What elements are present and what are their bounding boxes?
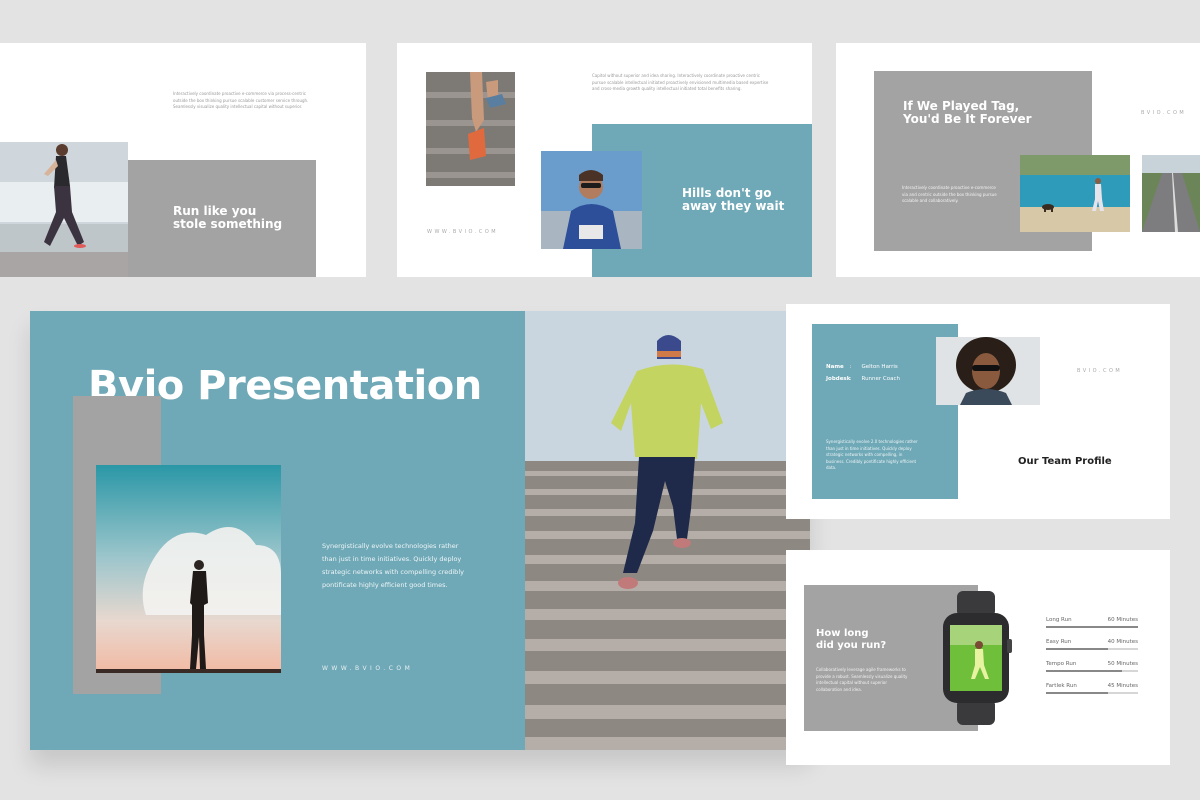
run-stat-value: 50 Minutes — [1107, 661, 1138, 667]
run-stat-row: Tempo Run 50 Minutes — [1046, 661, 1138, 683]
main-website: WWW.BVIO.COM — [322, 665, 414, 672]
slide2-website: WWW.BVIO.COM — [427, 229, 499, 235]
team-job-label: Jobdesk — [826, 376, 851, 382]
run-stat-value: 45 Minutes — [1107, 683, 1138, 689]
run-stat-row: Easy Run 40 Minutes — [1046, 639, 1138, 661]
run-stat-value: 60 Minutes — [1107, 617, 1138, 623]
run-stat-fill — [1046, 626, 1138, 628]
run-stat-label: Fartlek Run — [1046, 683, 1077, 689]
main-body-text: Synergistically evolve technologies rath… — [322, 542, 464, 589]
run-stat-label: Tempo Run — [1046, 661, 1077, 667]
team-name-separator: : — [849, 364, 852, 370]
stairs-runner-photo — [525, 311, 810, 750]
run-stat-fill — [1046, 670, 1123, 672]
road-landscape-photo — [1142, 155, 1200, 232]
slide3-body-text: Interactively coordinate proactive e-com… — [902, 185, 997, 203]
man-sky-photo — [96, 465, 281, 673]
runner-sunglasses-photo — [541, 151, 642, 249]
run-stat-label: Long Run — [1046, 617, 1072, 623]
slide-hills[interactable]: Capitol without superior and idea sharin… — [397, 43, 812, 277]
slide-how-long[interactable]: How long did you run? Collaboratively le… — [786, 550, 1170, 765]
run-stat-track — [1046, 670, 1138, 672]
slide-team-profile[interactable]: Name : Gelton Harris Jobdesk : Runner Co… — [786, 304, 1170, 519]
team-name-row: Name : Gelton Harris — [826, 361, 900, 373]
runner-woman-photo — [0, 142, 128, 277]
slide3-website: BVIO.COM — [1141, 110, 1187, 116]
coach-portrait-photo — [936, 337, 1040, 405]
run-stat-fill — [1046, 648, 1108, 650]
run-stat-row: Fartlek Run 45 Minutes — [1046, 683, 1138, 705]
slide2-heading: Hills don't go away they wait — [682, 186, 785, 213]
slide-main-presentation[interactable]: Bvio Presentation Synergistically evolve… — [30, 311, 810, 750]
run-stat-track — [1046, 626, 1138, 628]
slide1-heading: Run like you stole something — [173, 204, 283, 231]
run-stat-label: Easy Run — [1046, 639, 1072, 645]
team-job-separator: : — [849, 376, 852, 382]
team-body-text: Synergistically evolve 2.0 technologies … — [826, 439, 918, 470]
team-job-value: Runner Coach — [861, 376, 901, 382]
slide1-body-text: Interactively coordinate proactive e-com… — [173, 91, 309, 109]
run-stat-value: 40 Minutes — [1107, 639, 1138, 645]
team-name-label: Name — [826, 364, 844, 370]
team-info-rows: Name : Gelton Harris Jobdesk : Runner Co… — [826, 361, 900, 385]
slide-played-tag[interactable]: If We Played Tag, You'd Be It Forever In… — [836, 43, 1200, 277]
run-stat-track — [1046, 692, 1138, 694]
run-stats-list: Long Run 60 Minutes Easy Run 40 Minutes … — [1046, 617, 1138, 705]
run-heading: How long did you run? — [816, 628, 887, 651]
run-stat-row: Long Run 60 Minutes — [1046, 617, 1138, 639]
run-stat-fill — [1046, 692, 1108, 694]
stairs-shoes-photo — [426, 72, 515, 186]
team-website: BVIO.COM — [1077, 368, 1123, 374]
slide3-heading: If We Played Tag, You'd Be It Forever — [903, 99, 1032, 126]
smartwatch-image — [941, 591, 1013, 725]
team-name-value: Gelton Harris — [861, 364, 898, 370]
slide2-body-text: Capitol without superior and idea sharin… — [592, 73, 769, 91]
slide-run-like-you[interactable]: Interactively coordinate proactive e-com… — [0, 43, 366, 277]
team-job-row: Jobdesk : Runner Coach — [826, 373, 900, 385]
run-body-text: Collaboratively leverage agile framework… — [816, 667, 908, 692]
beach-dog-runner-photo — [1020, 155, 1130, 232]
team-heading: Our Team Profile — [1018, 456, 1112, 467]
run-stat-track — [1046, 648, 1138, 650]
